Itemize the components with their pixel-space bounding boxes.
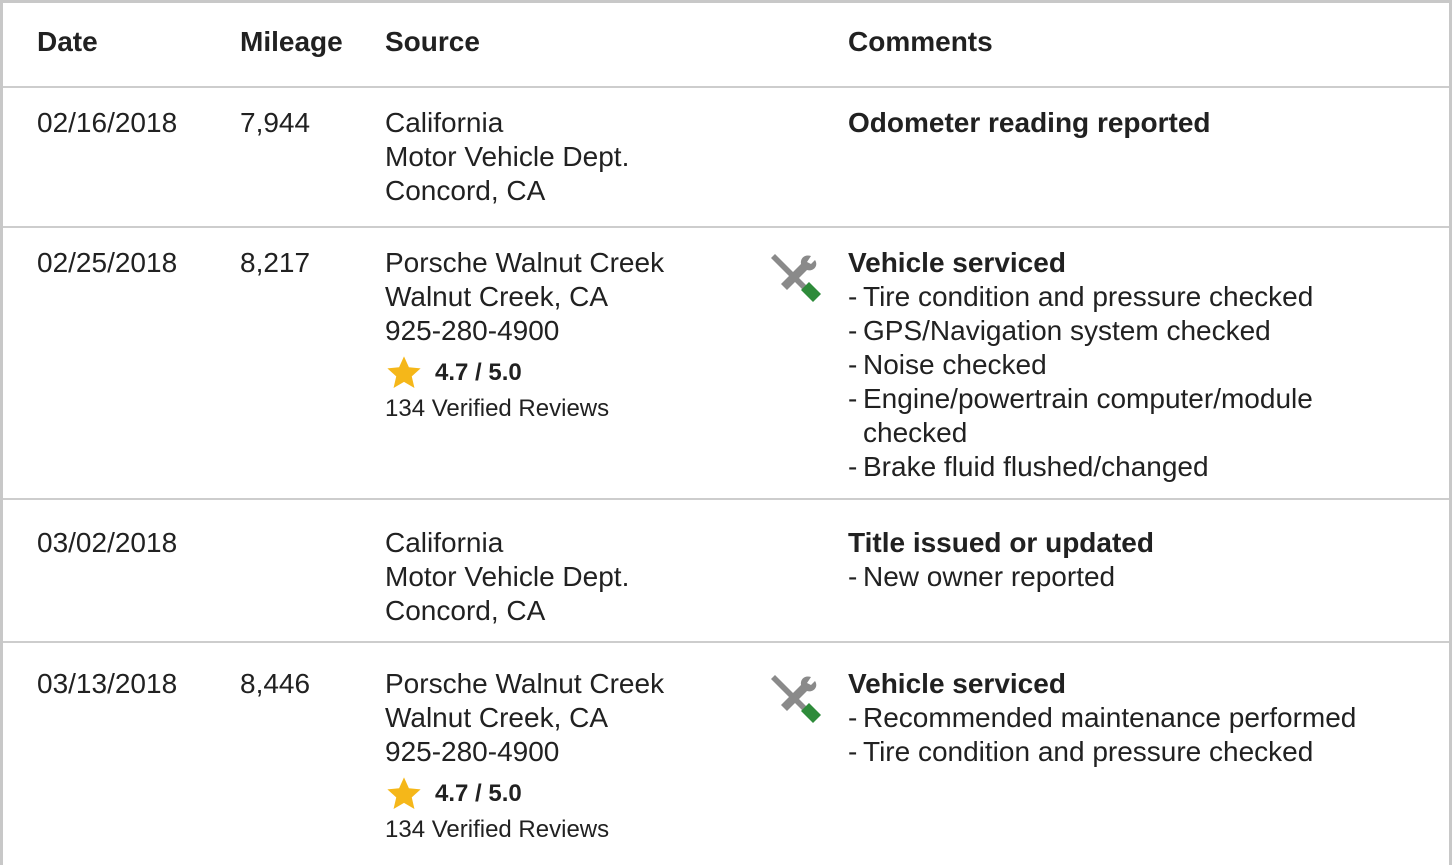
row-date: 02/25/2018: [37, 247, 178, 278]
row-mileage: 8,446: [240, 668, 311, 699]
source-phone[interactable]: 925-280-4900: [385, 735, 664, 769]
row-source: Porsche Walnut Creek Walnut Creek, CA 92…: [385, 246, 664, 424]
source-line: Concord, CA: [385, 595, 546, 626]
source-line[interactable]: Porsche Walnut Creek: [385, 667, 664, 701]
source-line: Walnut Creek, CA: [385, 702, 609, 733]
title-item: - New owner reported: [848, 561, 1116, 592]
header-mileage: Mileage: [240, 26, 343, 57]
service-item: - Brake fluid flushed/changed: [848, 451, 1209, 482]
header-comments: Comments: [848, 26, 993, 57]
row-mileage: 8,217: [240, 247, 311, 278]
source-line: Walnut Creek, CA: [385, 281, 609, 312]
row-source: Porsche Walnut Creek Walnut Creek, CA 92…: [385, 667, 664, 845]
rating-score: 4.7 / 5.0: [435, 780, 522, 807]
service-item: - Tire condition and pressure checked: [848, 281, 1314, 312]
dealer-rating: 4.7 / 5.0: [385, 775, 664, 813]
source-line: Concord, CA: [385, 175, 546, 206]
service-tools-icon: [765, 669, 825, 729]
service-item: - GPS/Navigation system checked: [848, 315, 1271, 346]
service-item: - Recommended maintenance performed: [848, 702, 1357, 733]
service-item: - Engine/powertrain computer/module check…: [848, 383, 1313, 448]
row-source: California Motor Vehicle Dept. Concord, …: [385, 526, 629, 628]
service-tools-icon: [765, 248, 825, 308]
row-comments: Title issued or updated - New owner repor…: [848, 526, 1408, 594]
header-date: Date: [37, 26, 98, 57]
row-source: California Motor Vehicle Dept. Concord, …: [385, 106, 629, 208]
comment-title: Vehicle serviced: [848, 247, 1066, 278]
source-line: California: [385, 107, 504, 138]
dealer-rating: 4.7 / 5.0: [385, 354, 664, 392]
rating-score: 4.7 / 5.0: [435, 359, 522, 386]
vehicle-history-table: Date Mileage Source Comments 02/16/2018 …: [0, 0, 1452, 865]
service-item: - Noise checked: [848, 349, 1047, 380]
table-row: 02/25/2018 8,217 Porsche Walnut Creek Wa…: [3, 228, 1449, 500]
table-row: 03/13/2018 8,446 Porsche Walnut Creek Wa…: [3, 643, 1449, 868]
table-row: 03/02/2018 California Motor Vehicle Dept…: [3, 500, 1449, 643]
row-mileage: 7,944: [240, 107, 311, 138]
source-line: California: [385, 527, 504, 558]
row-date: 03/13/2018: [37, 668, 178, 699]
reviews-link[interactable]: 134 Verified Reviews: [385, 815, 664, 845]
service-item: - Tire condition and pressure checked: [848, 736, 1314, 767]
table-header: Date Mileage Source Comments: [3, 3, 1449, 88]
star-icon: [387, 356, 421, 389]
comment-title: Vehicle serviced: [848, 668, 1066, 699]
source-phone[interactable]: 925-280-4900: [385, 314, 664, 348]
table-row: 02/16/2018 7,944 California Motor Vehicl…: [3, 88, 1449, 228]
star-icon: [387, 777, 421, 810]
row-comments: Vehicle serviced - Recommended maintenanc…: [848, 667, 1408, 769]
reviews-link[interactable]: 134 Verified Reviews: [385, 394, 664, 424]
comment-title: Odometer reading reported: [848, 107, 1211, 138]
row-date: 03/02/2018: [37, 527, 178, 558]
source-line: Motor Vehicle Dept.: [385, 561, 630, 592]
comment-title: Title issued or updated: [848, 527, 1154, 558]
source-line[interactable]: Porsche Walnut Creek: [385, 246, 664, 280]
row-date: 02/16/2018: [37, 107, 178, 138]
row-comments: Vehicle serviced - Tire condition and pre…: [848, 246, 1408, 484]
header-source: Source: [385, 26, 480, 57]
row-comments: Odometer reading reported: [848, 106, 1408, 140]
source-line: Motor Vehicle Dept.: [385, 141, 630, 172]
